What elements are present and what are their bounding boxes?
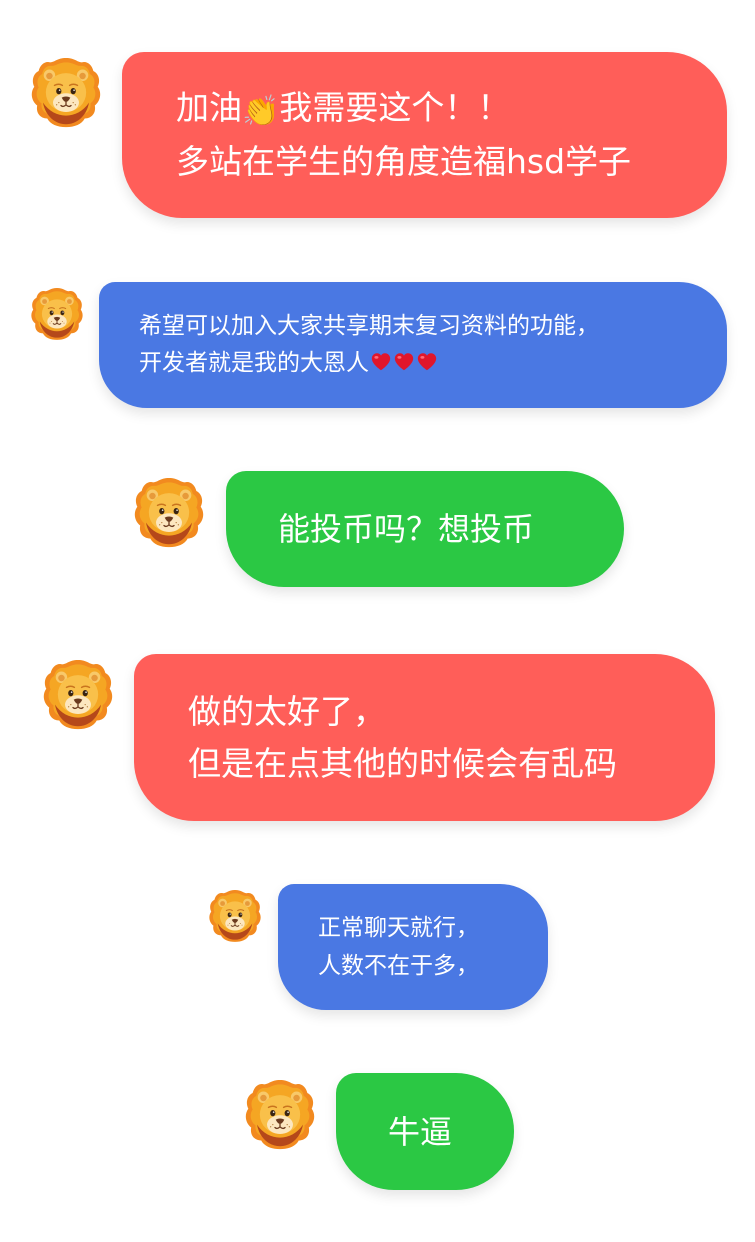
red-heart-icon <box>417 353 437 371</box>
message-bubble-5: 正常聊天就行， 人数不在于多， <box>278 884 548 1010</box>
message-bubble-4: 做的太好了， 但是在点其他的时候会有乱码 <box>134 654 715 821</box>
message-bubble-1: 加油👏我需要这个！！ 多站在学生的角度造福hsd学子 <box>122 52 727 218</box>
message-bubble-2: 希望可以加入大家共享期末复习资料的功能， 开发者就是我的大恩人 <box>99 282 727 408</box>
message-5-line-2: 人数不在于多， <box>318 953 479 979</box>
lion-face-icon <box>245 1080 315 1150</box>
message-1-line-1: 加油👏我需要这个！！ <box>176 83 727 137</box>
message-4-line-2: 但是在点其他的时候会有乱码 <box>188 743 617 783</box>
red-heart-icon <box>371 353 391 371</box>
red-heart-icon <box>394 353 414 371</box>
lion-face-icon <box>209 890 261 942</box>
message-1-line-2: 多站在学生的角度造福hsd学子 <box>176 142 632 181</box>
message-bubble-3: 能投币吗？想投币 <box>226 471 624 587</box>
message-4-line-1: 做的太好了， <box>188 691 386 731</box>
clapping-hands-icon: 👏 <box>242 94 280 129</box>
message-3-line-1: 能投币吗？想投币 <box>278 510 535 548</box>
message-bubble-6: 牛逼 <box>336 1073 514 1190</box>
lion-face-icon <box>134 478 204 548</box>
message-6-line-1: 牛逼 <box>388 1112 453 1151</box>
lion-face-icon <box>31 58 101 128</box>
lion-face-icon <box>43 660 113 730</box>
lion-face-icon <box>31 288 83 340</box>
message-2-line-2: 开发者就是我的大恩人 <box>139 345 727 382</box>
message-5-line-1: 正常聊天就行， <box>318 915 479 941</box>
hearts-group <box>369 350 438 376</box>
message-2-line-1: 希望可以加入大家共享期末复习资料的功能， <box>139 313 599 339</box>
